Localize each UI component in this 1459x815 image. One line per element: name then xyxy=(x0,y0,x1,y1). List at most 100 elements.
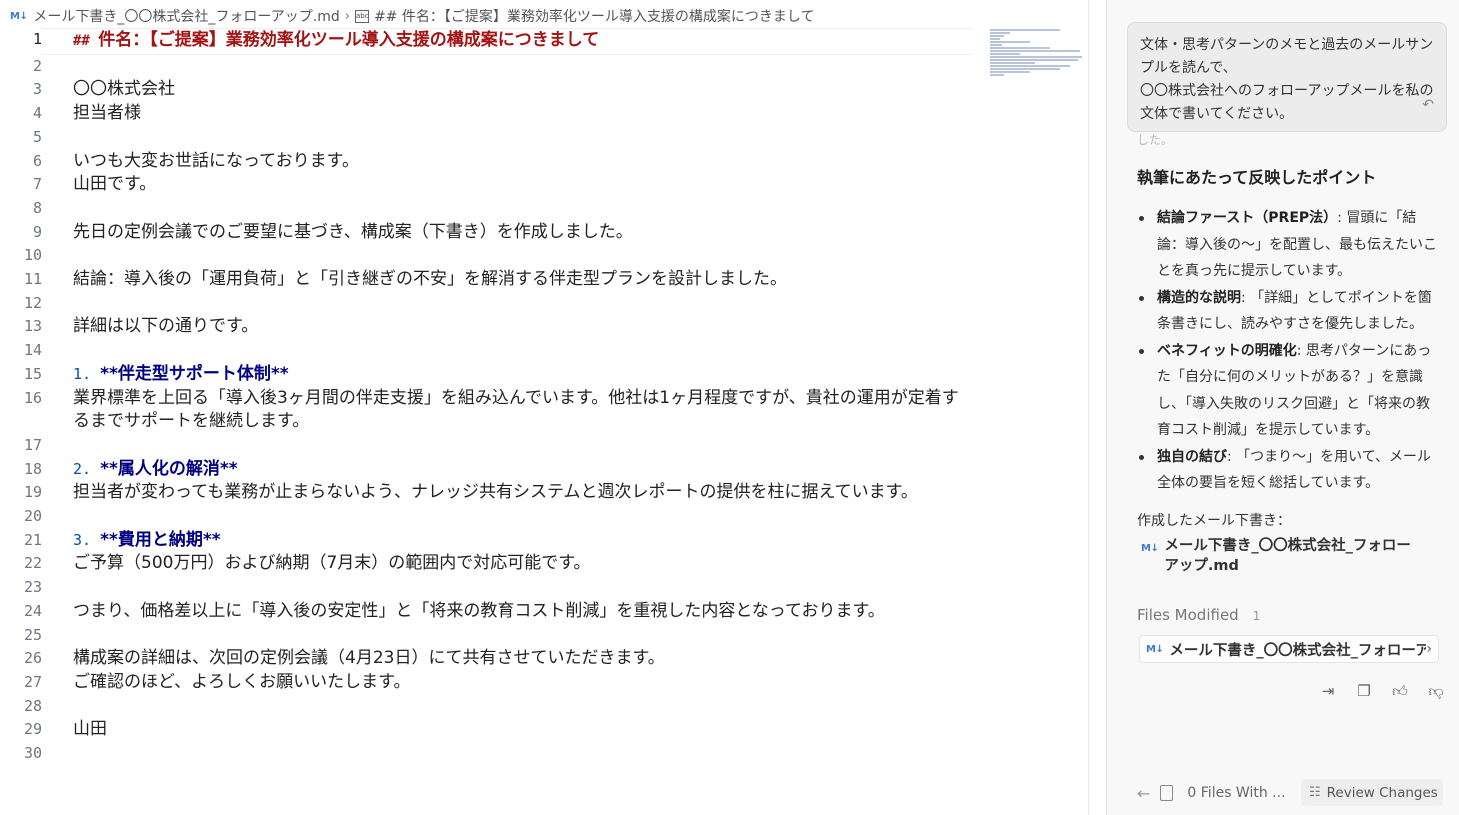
editor-line[interactable]: 18 2. **属人化の解消** xyxy=(0,458,990,482)
line-text: 詳細は以下の通りです。 xyxy=(73,316,259,337)
editor-line[interactable]: 16 業界標準を上回る「導入後3ヶ月間の伴走支援」を組み込んでいます。他社は1ヶ月… xyxy=(0,387,990,434)
editor-line[interactable]: 27 ご確認のほど、よろしくお願いいたします。 xyxy=(0,671,990,695)
editor-line[interactable]: 10 xyxy=(0,244,990,268)
point-title: ベネフィットの明確化 xyxy=(1157,342,1297,359)
editor-line[interactable]: 22 ご予算（500万円）および納期（7月末）の範囲内で対応可能です。 xyxy=(0,552,990,576)
line-text: 山田 xyxy=(73,719,107,740)
files-modified-count: 1 xyxy=(1252,609,1261,623)
editor-scrollbar[interactable] xyxy=(1088,0,1089,815)
editor-line[interactable]: 3 〇〇株式会社 xyxy=(0,78,990,102)
line-number: 15 xyxy=(23,364,42,383)
list-number: 1. xyxy=(73,364,101,383)
editor-line[interactable]: 20 xyxy=(0,505,990,529)
line-number: 27 xyxy=(23,672,42,691)
modified-file-item[interactable]: M↓ メール下書き_〇〇株式会社_フォローアップ.md › xyxy=(1139,635,1439,663)
line-text xyxy=(42,695,973,719)
line-text: 担当者が変わっても業務が止まらないよう、ナレッジ共有システムと週次レポートの提供… xyxy=(73,482,918,503)
line-number: 19 xyxy=(23,483,42,502)
list-item: 結論ファースト（PREP法）: 冒頭に「結論：導入後の〜」を配置し、最も伝えたい… xyxy=(1137,205,1442,285)
line-text: 構成案の詳細は、次回の定例会議（4月23日）にて共有させていただきます。 xyxy=(73,648,665,669)
files-with-changes[interactable]: 0 Files With ... xyxy=(1187,785,1285,801)
line-number: 25 xyxy=(23,625,42,644)
thumbs-down-icon[interactable]: 👎︎ xyxy=(1425,680,1447,702)
bold-text: **属人化の解消** xyxy=(100,458,238,479)
editor-line[interactable]: 30 xyxy=(0,742,990,766)
editor-line[interactable]: 23 xyxy=(0,576,990,600)
editor-line[interactable]: 11 結論：導入後の「運用負荷」と「引き継ぎの不安」を解消する伴走型プランを設計し… xyxy=(0,268,990,292)
line-number: 24 xyxy=(23,601,42,620)
line-text: ## 件名：【ご提案】業務効率化ツール導入支援の構成案につきまして xyxy=(42,28,973,55)
line-number: 11 xyxy=(23,270,42,289)
editor-line[interactable]: 1 ## 件名：【ご提案】業務効率化ツール導入支援の構成案につきまして xyxy=(0,28,990,55)
editor-line[interactable]: 7 山田です。 xyxy=(0,173,990,197)
list-number: 2. xyxy=(73,459,101,478)
line-text: ご確認のほど、よろしくお願いいたします。 xyxy=(73,671,411,692)
editor-line[interactable]: 15 1. **伴走型サポート体制** xyxy=(0,363,990,387)
line-number: 10 xyxy=(23,246,42,265)
editor-line[interactable]: 6 いつも大変お世話になっております。 xyxy=(0,150,990,174)
files-modified-label: Files Modified xyxy=(1137,606,1239,624)
point-title: 結論ファースト（PREP法） xyxy=(1157,210,1338,226)
line-text: 担当者様 xyxy=(73,103,141,124)
code-area[interactable]: 1 ## 件名：【ご提案】業務効率化ツール導入支援の構成案につきまして 2 3 〇〇株式… xyxy=(0,28,990,766)
line-number: 7 xyxy=(32,175,42,194)
line-text xyxy=(42,339,973,363)
list-item: 独自の結び: 「つまり〜」を用いて、メール全体の要旨を短く総括しています。 xyxy=(1137,444,1442,497)
minimap[interactable] xyxy=(990,28,1090,90)
line-text: 1. **伴走型サポート体制** xyxy=(42,363,973,387)
editor-line[interactable]: 13 詳細は以下の通りです。 xyxy=(0,315,990,339)
editor-line[interactable]: 19 担当者が変わっても業務が止まらないよう、ナレッジ共有システムと週次レポートの… xyxy=(0,481,990,505)
line-text xyxy=(42,126,973,150)
line-text: 先日の定例会議でのご要望に基づき、構成案（下書き）を作成しました。 xyxy=(73,221,633,242)
line-number: 14 xyxy=(23,341,42,360)
insert-icon[interactable]: ⇥ xyxy=(1317,680,1339,702)
line-number: 6 xyxy=(32,151,42,170)
editor-line[interactable]: 17 xyxy=(0,434,990,458)
files-modified-header: Files Modified 1 xyxy=(1137,606,1260,624)
heading-marker: ## xyxy=(73,33,99,49)
symbol-string-icon: abc xyxy=(354,9,369,23)
line-number: 26 xyxy=(23,649,42,668)
line-text: 結論：導入後の「運用負荷」と「引き継ぎの不安」を解消する伴走型プランを設計しまし… xyxy=(73,269,787,290)
line-number: 8 xyxy=(32,198,42,217)
review-changes-button[interactable]: ☷ Review Changes xyxy=(1301,779,1443,806)
breadcrumb-symbol[interactable]: ## 件名：【ご提案】業務効率化ツール導入支援の構成案につきまして xyxy=(374,6,815,26)
editor-line[interactable]: 2 xyxy=(0,55,990,79)
breadcrumb-file[interactable]: メール下書き_〇〇株式会社_フォローアップ.md xyxy=(33,6,339,26)
editor-line[interactable]: 5 xyxy=(0,126,990,150)
line-text: 〇〇株式会社 xyxy=(73,79,175,100)
editor-line[interactable]: 24 つまり、価格差以上に「導入後の安定性」と「将来の教育コスト削減」を重視した内… xyxy=(0,600,990,624)
editor-line[interactable]: 26 構成案の詳細は、次回の定例会議（4月23日）にて共有させていただきます。 xyxy=(0,647,990,671)
arrow-left-icon[interactable]: ← xyxy=(1137,784,1150,803)
point-title: 構造的な説明 xyxy=(1157,289,1241,306)
line-text xyxy=(42,624,973,648)
point-title: 独自の結び xyxy=(1157,448,1227,465)
editor-line[interactable]: 8 xyxy=(0,197,990,221)
editor-line[interactable]: 25 xyxy=(0,624,990,648)
editor-line[interactable]: 28 xyxy=(0,695,990,719)
line-number: 2 xyxy=(32,56,42,75)
line-text xyxy=(42,505,973,529)
line-number: 4 xyxy=(32,104,42,123)
editor-line[interactable]: 29 山田 xyxy=(0,718,990,742)
editor-line[interactable]: 4 担当者様 xyxy=(0,102,990,126)
copy-icon[interactable]: ❐ xyxy=(1353,680,1375,702)
line-text: いつも大変お世話になっております。 xyxy=(73,150,359,171)
editor-line[interactable]: 9 先日の定例会議でのご要望に基づき、構成案（下書き）を作成しました。 xyxy=(0,221,990,245)
markdown-icon: M↓ xyxy=(1141,543,1159,554)
editor-line[interactable]: 21 3. **費用と納期** xyxy=(0,529,990,553)
undo-icon[interactable]: ↶ xyxy=(1422,94,1434,117)
line-text: 2. **属人化の解消** xyxy=(42,458,973,482)
line-text: 業界標準を上回る「導入後3ヶ月間の伴走支援」を組み込んでいます。他社は1ヶ月程度… xyxy=(73,387,959,432)
editor-line[interactable]: 14 xyxy=(0,339,990,363)
editor-line[interactable]: 12 xyxy=(0,292,990,316)
markdown-icon: M↓ xyxy=(10,10,28,22)
line-number: 16 xyxy=(23,388,42,407)
line-number: 3 xyxy=(32,80,42,99)
line-number: 29 xyxy=(23,720,42,739)
user-message[interactable]: 文体・思考パターンのメモと過去のメールサンプルを読んで、 〇〇株式会社へのフォロ… xyxy=(1127,22,1447,132)
faded-text: した。 xyxy=(1137,133,1174,147)
review-changes-label: Review Changes xyxy=(1326,784,1438,801)
created-file-link[interactable]: M↓ メール下書き_〇〇株式会社_フォローアップ.md xyxy=(1141,536,1421,576)
thumbs-up-icon[interactable]: 👍︎ xyxy=(1389,680,1411,702)
